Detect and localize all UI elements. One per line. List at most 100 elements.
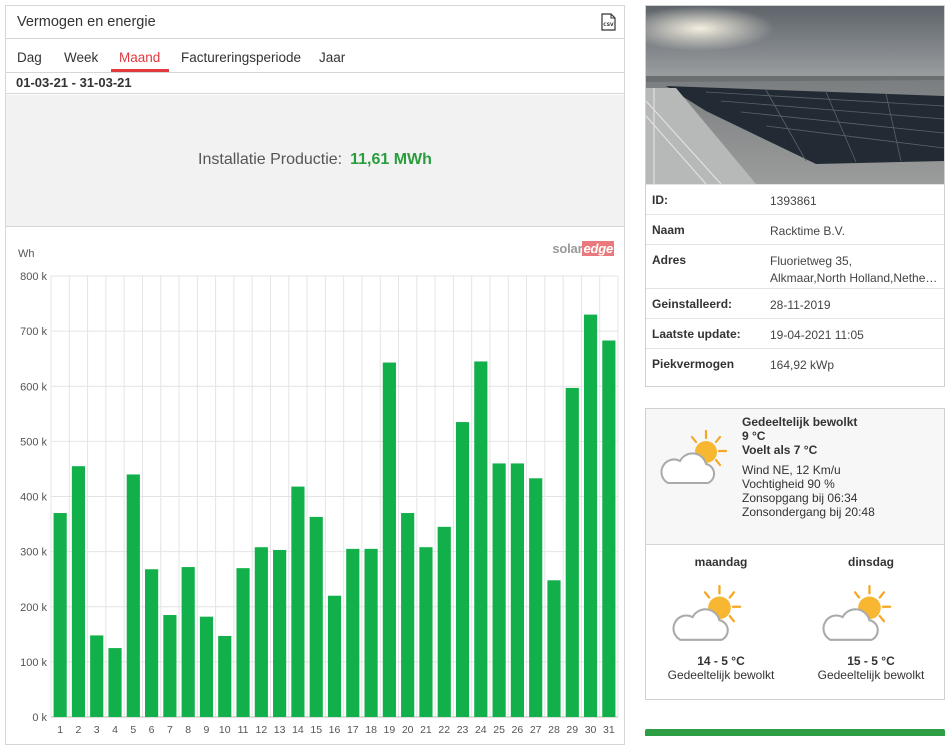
green-action-bar[interactable]: [645, 729, 945, 736]
tab-dag[interactable]: Dag: [17, 50, 42, 65]
x-tick-label: 18: [365, 724, 377, 736]
svg-text:CSV: CSV: [603, 22, 614, 28]
current-weather-text: Gedeeltelijk bewolkt 9 °C Voelt als 7 °C…: [742, 415, 875, 519]
y-axis-label: Wh: [18, 248, 35, 260]
info-key: Adres: [652, 253, 687, 267]
partly-cloudy-icon: [822, 584, 892, 641]
x-tick-label: 22: [438, 724, 450, 736]
bar: [327, 595, 342, 717]
y-tick-label: 600 k: [20, 381, 47, 393]
current-weather: Gedeeltelijk bewolkt 9 °C Voelt als 7 °C…: [646, 409, 944, 545]
info-value: 164,92 kWp: [770, 358, 835, 372]
x-tick-label: 23: [457, 724, 469, 736]
tab-week[interactable]: Week: [64, 50, 98, 65]
forecast-day-name: maandag: [694, 555, 748, 569]
weather-wind: Wind NE, 12 Km/u: [742, 463, 841, 477]
x-tick-label: 20: [402, 724, 414, 736]
weather-humidity: Vochtigheid 90 %: [742, 477, 835, 491]
bar: [309, 516, 323, 717]
solar-roof-photo: [646, 6, 944, 184]
x-tick-label: 27: [530, 724, 542, 736]
x-tick-label: 31: [603, 724, 615, 736]
bar: [346, 548, 360, 717]
info-row-laatste-update: Laatste update: 19-04-2021 11:05: [646, 318, 944, 348]
address-line-2: Alkmaar,North Holland,Netherlands: [770, 271, 940, 285]
bar: [236, 568, 250, 717]
info-value: 28-11-2019: [770, 298, 831, 312]
bar: [108, 648, 122, 717]
bar: [565, 387, 579, 717]
bar: [510, 463, 524, 717]
x-tick-label: 30: [585, 724, 597, 736]
x-tick-label: 14: [292, 724, 304, 736]
y-tick-label: 400 k: [20, 492, 47, 504]
bar: [126, 474, 140, 717]
info-key: Naam: [652, 223, 685, 237]
bar: [199, 616, 214, 717]
tab-jaar[interactable]: Jaar: [319, 50, 345, 65]
bar: [163, 615, 177, 717]
info-key: Piekvermogen: [652, 357, 735, 371]
bar: [291, 486, 305, 717]
x-tick-label: 21: [420, 724, 432, 736]
bar: [382, 362, 396, 717]
forecast-temp: 15 - 5 °C: [847, 654, 895, 668]
forecast-condition: Gedeeltelijk bewolkt: [667, 668, 775, 682]
info-row-id: ID: 1393861: [646, 184, 944, 214]
bar: [90, 635, 104, 717]
panel-title: Vermogen en energie: [17, 14, 156, 30]
bar: [437, 526, 451, 717]
forecast-day-1: maandag 14 - 5 °C Gedeeltelijk bewolkt: [646, 546, 796, 696]
info-row-adres: Adres Fluorietweg 35, Alkmaar,North Holl…: [646, 244, 944, 288]
x-tick-label: 25: [493, 724, 505, 736]
weather-sunrise: Zonsopgang bij 06:34: [742, 491, 858, 505]
forecast-day-name: dinsdag: [847, 555, 894, 569]
y-tick-label: 700 k: [20, 326, 47, 338]
tab-factureringsperiode[interactable]: Factureringsperiode: [181, 50, 301, 65]
bar: [583, 314, 598, 717]
info-value: 1393861: [770, 194, 817, 208]
energy-panel: Vermogen en energie CSV Dag Week Maand F…: [5, 5, 625, 745]
x-tick-label: 8: [185, 724, 191, 736]
csv-export-icon[interactable]: CSV: [601, 13, 616, 31]
x-tick-label: 19: [384, 724, 396, 736]
x-tick-label: 12: [255, 724, 267, 736]
forecast-day-2: dinsdag 15 - 5 °C Gedeeltelijk bewolkt: [796, 546, 946, 696]
tab-maand[interactable]: Maand: [119, 50, 160, 65]
x-tick-label: 3: [94, 724, 100, 736]
x-tick-label: 6: [149, 724, 155, 736]
x-tick-label: 16: [329, 724, 341, 736]
date-range: 01-03-21 - 31-03-21: [6, 73, 624, 94]
bar: [53, 513, 67, 717]
x-tick-label: 28: [548, 724, 560, 736]
energy-chart: solaredge Wh 0 k 100 k 200 k 300 k 400 k 500 k…: [6, 228, 624, 748]
y-tick-label: 0 k: [32, 712, 47, 724]
address-line-1: Fluorietweg 35,: [770, 254, 853, 268]
y-tick-label: 200 k: [20, 602, 47, 614]
x-tick-label: 24: [475, 724, 487, 736]
x-tick-label: 29: [566, 724, 578, 736]
y-tick-label: 300 k: [20, 547, 47, 559]
y-tick-label: 500 k: [20, 436, 47, 448]
x-tick-label: 4: [112, 724, 118, 736]
bar: [492, 463, 506, 717]
weather-card: Gedeeltelijk bewolkt 9 °C Voelt als 7 °C…: [645, 408, 945, 700]
info-value: 19-04-2021 11:05: [770, 328, 864, 342]
bar: [529, 478, 543, 717]
x-tick-label: 7: [167, 724, 173, 736]
x-tick-label: 10: [219, 724, 231, 736]
x-tick-label: 26: [512, 724, 524, 736]
bar: [273, 549, 287, 717]
bar: [474, 361, 488, 717]
x-tick-label: 11: [238, 724, 249, 736]
bar: [547, 580, 561, 717]
forecast-condition: Gedeeltelijk bewolkt: [817, 668, 925, 682]
weather-feels-like: Voelt als 7 °C: [742, 443, 818, 457]
bar: [145, 569, 159, 717]
partly-cloudy-icon: [660, 429, 728, 484]
x-tick-label: 17: [347, 724, 359, 736]
forecast-temp: 14 - 5 °C: [697, 654, 745, 668]
production-summary: Installatie Productie: 11,61 MWh: [6, 95, 624, 227]
weather-condition: Gedeeltelijk bewolkt: [742, 415, 858, 429]
production-label: Installatie Productie:: [198, 151, 343, 168]
